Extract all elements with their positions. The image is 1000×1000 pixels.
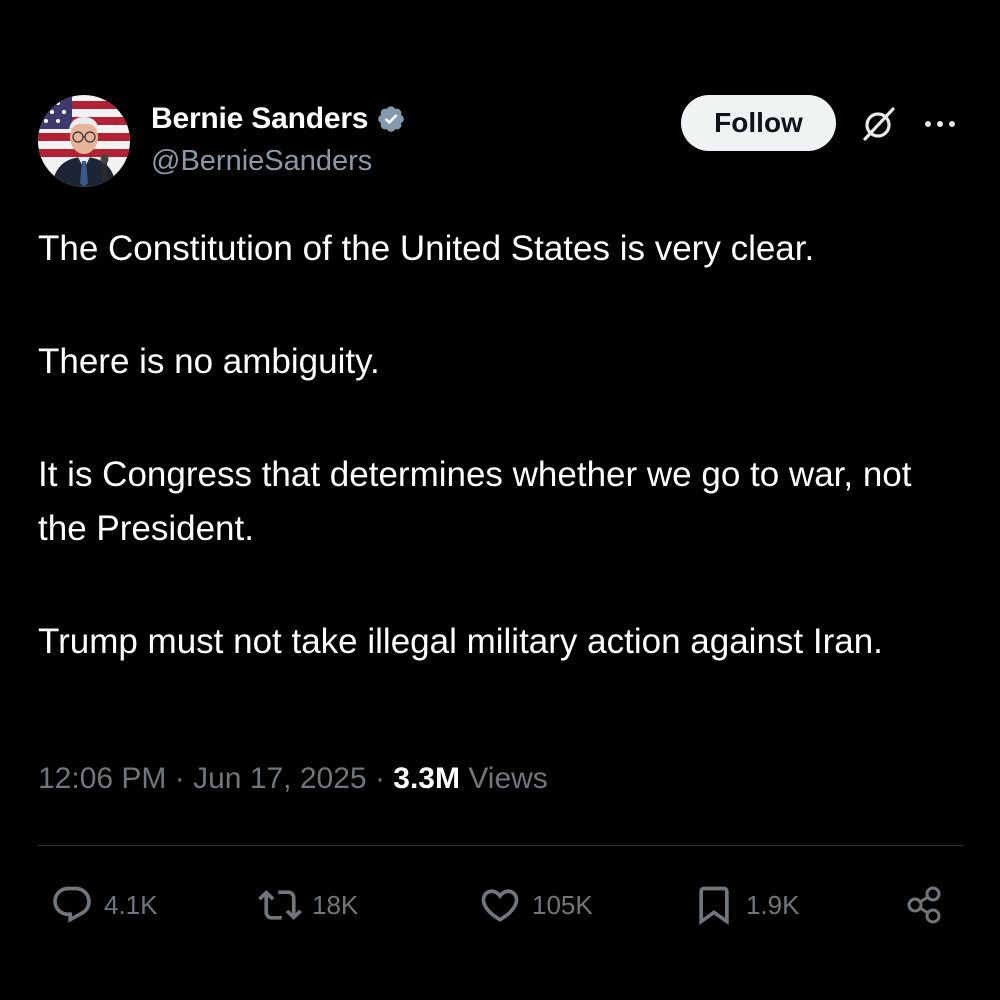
tweet-time[interactable]: 12:06 PM	[38, 762, 166, 795]
reply-button[interactable]: 4.1K	[50, 880, 158, 930]
tweet-meta: 12:06 PM · Jun 17, 2025 · 3.3M Views	[38, 762, 548, 796]
tweet-text: The Constitution of the United States is…	[38, 222, 963, 669]
share-button[interactable]	[902, 880, 946, 930]
bookmark-button[interactable]: 1.9K	[692, 880, 800, 930]
tweet-paragraph: There is no ambiguity.	[38, 342, 380, 381]
like-button[interactable]: 105K	[478, 880, 593, 930]
follow-button[interactable]: Follow	[681, 95, 836, 151]
repost-icon	[258, 890, 302, 920]
author-display-name[interactable]: Bernie Sanders	[151, 102, 368, 136]
bookmark-icon	[699, 886, 729, 926]
more-dots-icon[interactable]	[918, 112, 962, 136]
author-handle[interactable]: @BernieSanders	[151, 145, 372, 178]
share-icon	[907, 886, 941, 924]
divider	[38, 845, 963, 846]
views-label: Views	[468, 762, 548, 795]
tweet-date[interactable]: Jun 17, 2025	[193, 762, 366, 795]
repost-count: 18K	[312, 889, 359, 920]
reply-count: 4.1K	[104, 889, 158, 920]
reply-icon	[53, 886, 91, 923]
heart-icon	[481, 889, 519, 922]
tweet-paragraph: It is Congress that determines whether w…	[38, 455, 912, 548]
repost-button[interactable]: 18K	[258, 880, 358, 930]
tweet-paragraph: Trump must not take illegal military act…	[38, 622, 883, 661]
verified-badge-icon	[376, 104, 406, 134]
avatar[interactable]	[38, 95, 130, 187]
bookmark-count: 1.9K	[746, 889, 800, 920]
views-count: 3.3M	[393, 762, 460, 795]
author-name-row[interactable]: Bernie Sanders	[151, 99, 406, 139]
tweet-paragraph: The Constitution of the United States is…	[38, 229, 815, 268]
meta-separator: ·	[374, 762, 385, 795]
grok-icon[interactable]	[859, 104, 899, 144]
meta-separator: ·	[174, 762, 185, 795]
like-count: 105K	[532, 889, 593, 920]
